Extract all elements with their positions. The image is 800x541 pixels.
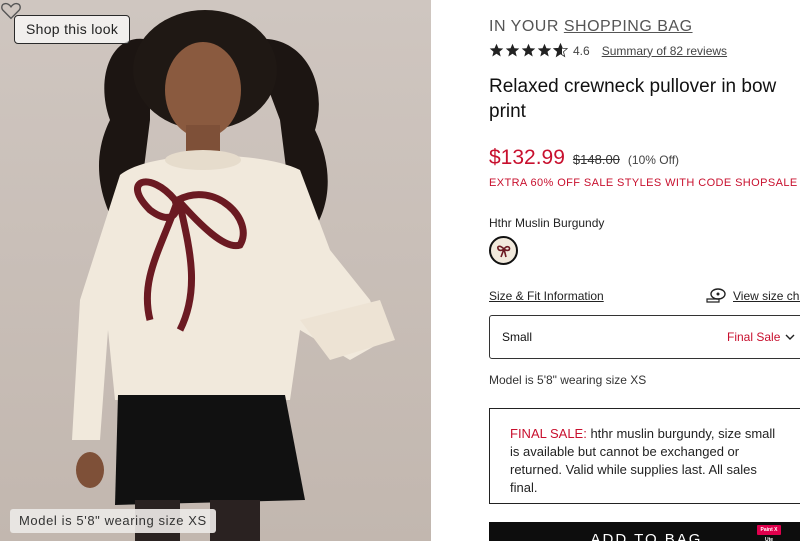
star-rating: [489, 43, 568, 58]
measuring-tape-icon: [706, 288, 726, 303]
half-star-icon: [553, 43, 568, 58]
color-name: Hthr Muslin Burgundy: [489, 216, 605, 230]
add-to-bag-button[interactable]: ADD TO BAG: [489, 522, 800, 541]
sale-price: $132.99: [489, 146, 565, 169]
shopping-bag-link[interactable]: SHOPPING BAG: [564, 18, 693, 35]
discount-percent: (10% Off): [627, 153, 680, 167]
rating-row: 4.6 Summary of 82 reviews: [489, 43, 727, 58]
selected-size: Small: [502, 330, 533, 344]
product-details-panel: IN YOUR SHOPPING BAG 4.6 Summary of 82 r…: [489, 0, 800, 541]
rating-value: 4.6: [573, 43, 590, 58]
product-title: Relaxed crewneck pullover in bow print: [489, 76, 777, 122]
star-icon: [537, 43, 552, 57]
shop-this-look-button[interactable]: Shop this look: [14, 15, 131, 44]
price-row: $132.99 $148.00 (10% Off): [489, 146, 679, 170]
color-swatch[interactable]: [489, 236, 518, 265]
in-bag-notice: IN YOUR SHOPPING BAG: [489, 18, 693, 36]
pause-badge[interactable]: Paint X Ute: [757, 525, 781, 541]
star-icon: [505, 43, 520, 57]
view-size-chart-link[interactable]: View size cha: [733, 289, 800, 303]
star-icon: [489, 43, 504, 57]
final-sale-notice: FINAL SALE: hthr muslin burgundy, size s…: [489, 408, 800, 504]
model-photo: [72, 10, 395, 541]
product-image[interactable]: Shop this look Model is 5'8" wearing siz…: [0, 0, 431, 541]
star-icon: [521, 43, 536, 57]
model-size-caption: Model is 5'8" wearing size XS: [10, 509, 216, 533]
size-links-row: Size & Fit Information View size cha: [489, 288, 800, 305]
in-bag-prefix: IN YOUR: [489, 18, 559, 35]
bow-swatch-icon: [496, 245, 510, 257]
final-sale-label: FINAL SALE:: [510, 426, 587, 441]
size-select[interactable]: Small Final Sale: [489, 315, 800, 359]
reviews-summary-link[interactable]: Summary of 82 reviews: [602, 44, 727, 58]
final-sale-tag: Final Sale: [727, 330, 781, 344]
original-price: $148.00: [572, 152, 620, 167]
chevron-down-icon: [785, 334, 795, 340]
promo-message: EXTRA 60% OFF SALE STYLES WITH CODE SHOP…: [489, 177, 798, 189]
size-fit-link[interactable]: Size & Fit Information: [489, 289, 604, 303]
model-size-note: Model is 5'8" wearing size XS: [489, 373, 647, 387]
heart-icon[interactable]: [0, 0, 22, 22]
